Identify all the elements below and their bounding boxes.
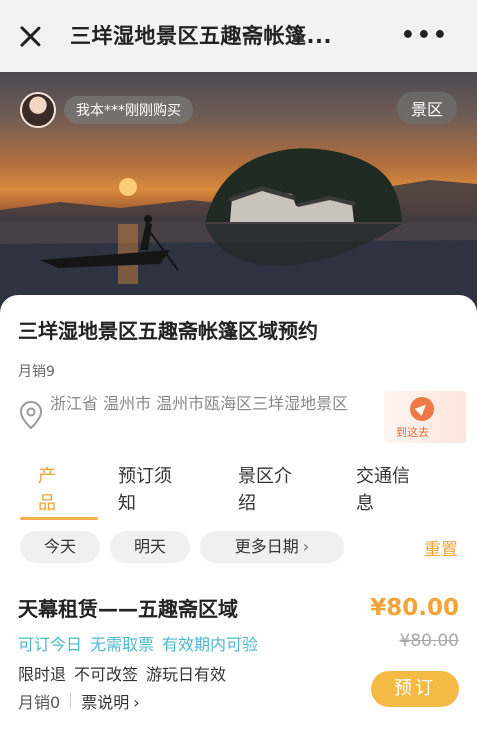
offer-rule: 不可改签 (74, 665, 139, 684)
hero-image: 我本***刚刚购买 景区 (0, 72, 477, 317)
date-chip-tomorrow[interactable]: 明天 (110, 531, 190, 563)
page-title: 三垟湿地景区五趣斋帐篷... (70, 24, 332, 48)
tab-label-line: 预订须 (118, 466, 172, 487)
offer-title: 天幕租赁——五趣斋区域 (18, 597, 238, 621)
ticket-note-link[interactable]: 票说明 › (81, 689, 139, 713)
chevron-right-icon: › (302, 537, 310, 556)
offer-rules: 限时退 不可改签 游玩日有效 (18, 661, 234, 685)
offer-tags: 可订今日 无需取票 有效期内可验 (18, 631, 266, 655)
tab-label-line: 产 (38, 466, 56, 487)
tab-label-line: 息 (356, 493, 374, 514)
navigation-arrow-icon (410, 397, 434, 421)
product-card: 三垟湿地景区五趣斋帐篷区域预约 月销9 浙江省 温州市 温州市瓯海区三垟湿地景区… (0, 295, 477, 742)
tab-label-line: 交通信 (356, 466, 410, 487)
offer-price: ¥80.00 (370, 595, 459, 621)
tab-label-line: 绍 (238, 493, 256, 514)
offer-tag: 可订今日 (18, 635, 83, 654)
location-pin-icon (20, 401, 42, 429)
buyer-avatar (20, 92, 56, 128)
tab-product[interactable]: 产 品 (38, 463, 122, 517)
monthly-sales: 月销9 (18, 364, 55, 380)
active-tab-indicator (20, 517, 98, 520)
category-tag: 景区 (396, 92, 457, 124)
navigate-button[interactable]: 到这去 (384, 391, 466, 443)
date-filter: 今天 明天 更多日期 › 重置 (18, 531, 466, 565)
offer-tag: 无需取票 (90, 635, 155, 654)
offer-footer: 月销0 票说明 › (18, 689, 140, 713)
buyer-notice: 我本***刚刚购买 (64, 96, 193, 124)
chevron-right-icon: › (133, 693, 140, 712)
reset-button[interactable]: 重置 (424, 535, 458, 560)
recent-buyer-badge: 我本***刚刚购买 (20, 92, 193, 128)
offer-rule: 游玩日有效 (146, 665, 227, 684)
date-chip-more[interactable]: 更多日期 › (200, 531, 344, 563)
offer-monthly-sales: 月销0 (18, 693, 61, 712)
tab-label-line: 品 (38, 493, 56, 514)
tab-label-line: 知 (118, 493, 136, 514)
section-tabs: 产 品 预订须 知 景区介 绍 交通信 息 (0, 463, 477, 520)
top-nav-bar: 三垟湿地景区五趣斋帐篷... ••• (0, 0, 477, 72)
address-row[interactable]: 浙江省 温州市 温州市瓯海区三垟湿地景区 到这去 (18, 391, 466, 443)
offer-tag: 有效期内可验 (162, 635, 259, 654)
tab-booking-notes[interactable]: 预订须 知 (118, 463, 202, 517)
more-options-button[interactable]: ••• (401, 25, 449, 47)
divider (70, 693, 72, 709)
more-dates-label: 更多日期 (234, 537, 299, 556)
address-text: 浙江省 温州市 温州市瓯海区三垟湿地景区 (50, 394, 349, 413)
book-button[interactable]: 预订 (371, 671, 459, 707)
ticket-note-label: 票说明 (81, 693, 130, 712)
original-price: ¥80.00 (399, 631, 459, 651)
close-icon[interactable] (16, 22, 44, 50)
offer-rule: 限时退 (18, 665, 67, 684)
navigate-label: 到这去 (396, 426, 429, 439)
date-chip-today[interactable]: 今天 (20, 531, 100, 563)
tab-scenic-intro[interactable]: 景区介 绍 (238, 463, 322, 517)
tab-transport-info[interactable]: 交通信 息 (356, 463, 440, 517)
product-title: 三垟湿地景区五趣斋帐篷区域预约 (18, 319, 318, 343)
tab-label-line: 景区介 (238, 466, 292, 487)
